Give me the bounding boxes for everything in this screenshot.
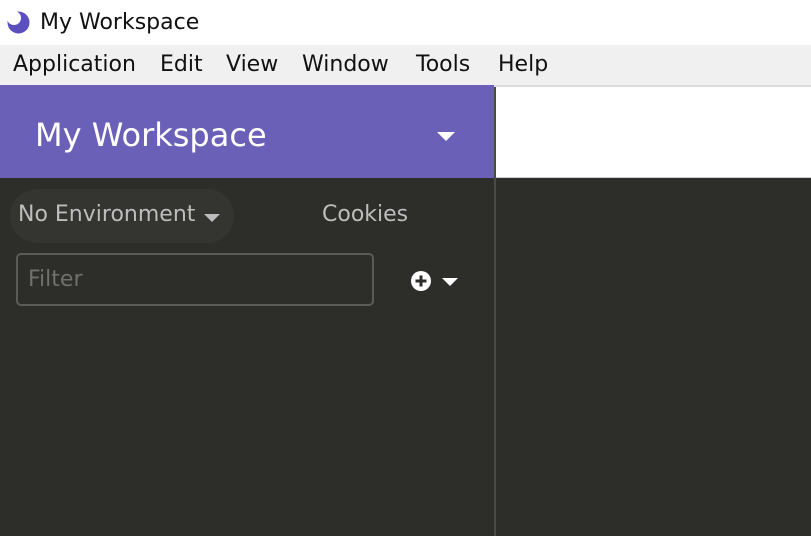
chevron-down-icon (442, 278, 458, 286)
menu-edit[interactable]: Edit (160, 51, 203, 79)
menu-tools[interactable]: Tools (416, 51, 470, 79)
moon-icon (7, 11, 30, 34)
divider (494, 85, 811, 87)
request-header-area (496, 85, 811, 178)
menu-help[interactable]: Help (498, 51, 548, 79)
chevron-down-icon (204, 214, 220, 222)
main-pane (494, 85, 811, 536)
filter-input[interactable] (16, 253, 374, 306)
menu-window[interactable]: Window (302, 51, 389, 79)
window-title: My Workspace (40, 10, 200, 35)
sidebar: My Workspace No Environment Cookies (0, 85, 494, 536)
menu-application[interactable]: Application (13, 51, 136, 79)
chevron-down-icon (437, 132, 455, 141)
environment-label: No Environment (18, 202, 196, 227)
workspace-header[interactable]: My Workspace (0, 85, 494, 178)
add-request-button[interactable] (409, 270, 459, 294)
environment-selector[interactable]: No Environment (10, 189, 234, 243)
workspace-title: My Workspace (35, 116, 267, 154)
title-bar: My Workspace (0, 0, 811, 45)
menu-view[interactable]: View (226, 51, 278, 79)
cookies-button[interactable]: Cookies (322, 201, 408, 229)
menu-bar: Application Edit View Window Tools Help (0, 45, 811, 85)
plus-circle-icon (411, 271, 431, 291)
